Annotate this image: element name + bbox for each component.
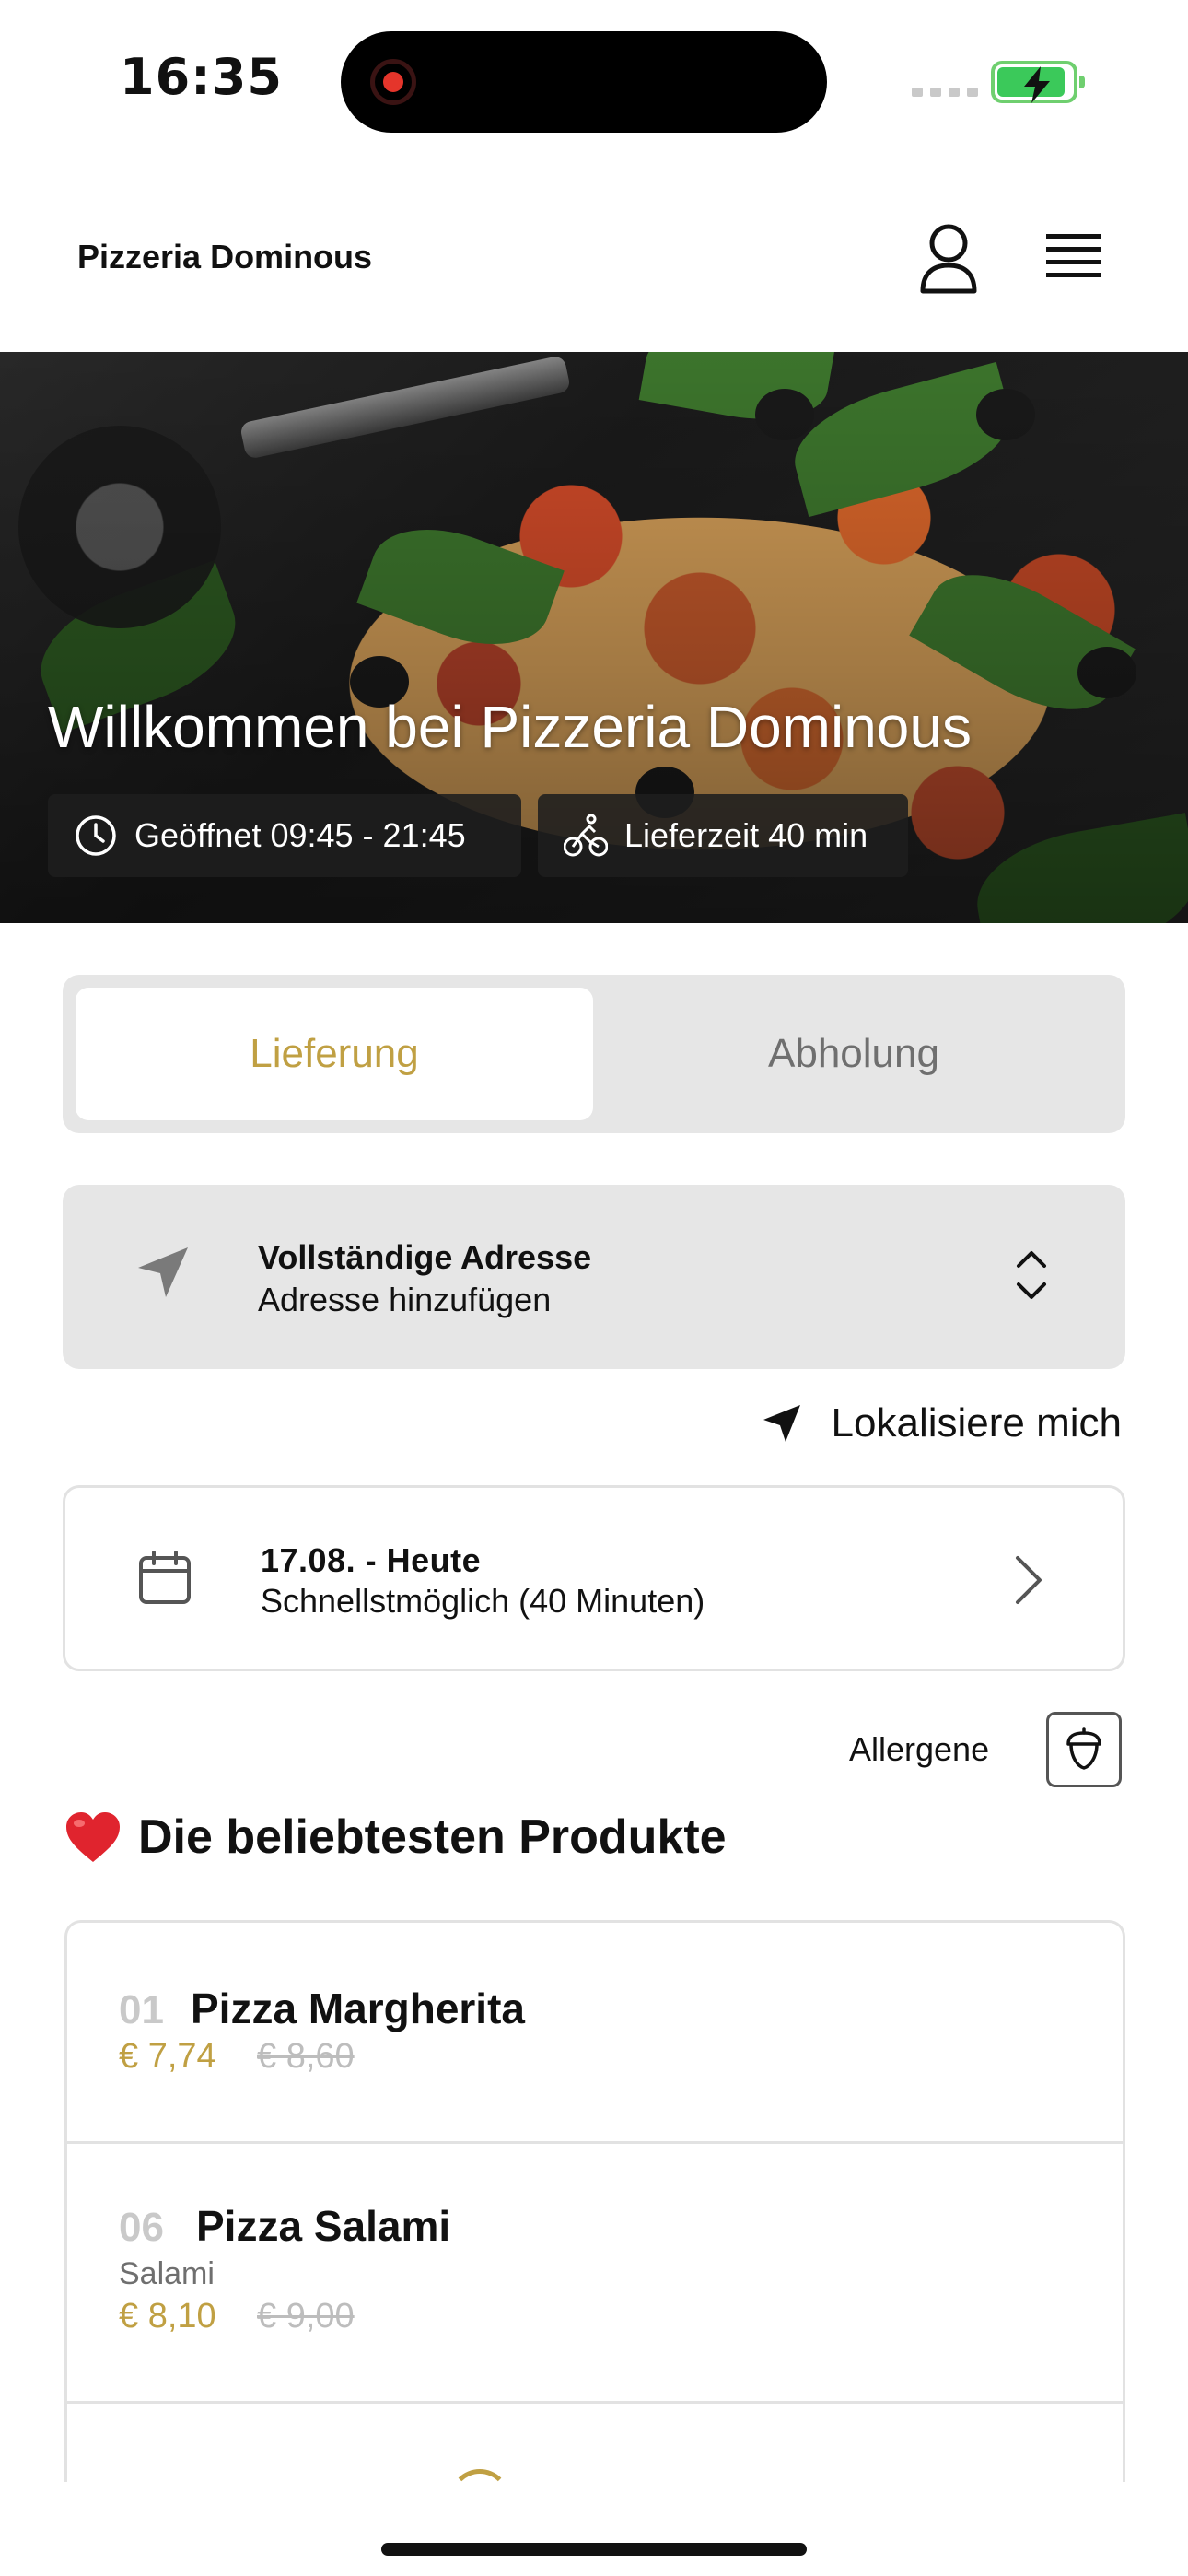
product-price: € 8,10 [119,2297,216,2336]
hero-banner: Willkommen bei Pizzeria Dominous Geöffne… [0,352,1188,923]
product-number: 01 [119,1987,164,2032]
delivery-time-text: Lieferzeit 40 min [624,816,868,854]
user-icon [920,224,977,294]
schedule-time: Schnellstmöglich (40 Minuten) [261,1582,705,1620]
product-name: Pizza Margherita [191,1985,525,2032]
address-subtitle: Adresse hinzufügen [258,1281,552,1318]
status-bar: 16:35 [0,0,1188,157]
home-indicator[interactable] [381,2543,807,2556]
dynamic-island [341,31,827,133]
chevron-up-down-icon [1017,1251,1046,1299]
popular-products-heading: Die beliebtesten Produkte [64,1809,727,1865]
navigation-arrow-icon [763,1405,800,1442]
screen-recording-icon [370,59,416,105]
calendar-icon [139,1551,191,1604]
product-item[interactable]: 01 Pizza Margherita € 7,74 € 8,60 [67,1923,1123,2144]
bicycle-courier-icon [564,814,608,857]
product-item[interactable]: 06 Pizza Salami Salami € 8,10 € 9,00 [67,2144,1123,2404]
cellular-signal-icon [912,88,978,97]
product-name: Pizza Salami [196,2202,451,2250]
battery-charging-icon [991,61,1085,103]
product-old-price: € 9,00 [257,2297,355,2336]
clock-icon [76,815,116,856]
product-number: 06 [119,2205,164,2250]
account-button[interactable] [912,221,985,295]
popular-products-list: 01 Pizza Margherita € 7,74 € 8,60 06 Piz… [64,1920,1125,2482]
delivery-time-selector[interactable]: 17.08. - Heute Schnellstmöglich (40 Minu… [63,1485,1125,1671]
opening-hours-text: Geöffnet 09:45 - 21:45 [134,816,466,854]
app-header: Pizzeria Dominous [0,184,1188,350]
status-time: 16:35 [120,48,283,106]
address-title: Vollständige Adresse [258,1238,592,1276]
popular-products-title: Die beliebtesten Produkte [138,1810,727,1864]
brand-name[interactable]: Pizzeria Dominous [77,238,372,276]
tab-pickup[interactable]: Abholung [595,988,1112,1120]
heart-icon [66,1812,120,1862]
allergens-button[interactable] [1046,1712,1122,1787]
chevron-right-icon [1016,1556,1042,1604]
location-arrow-icon [138,1247,188,1297]
delivery-time-badge: Lieferzeit 40 min [538,794,908,877]
address-selector[interactable]: Vollständige Adresse Adresse hinzufügen [63,1185,1125,1369]
hero-title: Willkommen bei Pizzeria Dominous [48,694,972,760]
schedule-date: 17.08. - Heute [261,1541,482,1579]
allergens-label: Allergene [849,1730,990,1768]
menu-button[interactable] [1037,228,1111,287]
acorn-icon [1066,1727,1101,1770]
opening-hours-badge: Geöffnet 09:45 - 21:45 [48,794,521,877]
product-description: Salami [119,2256,215,2291]
tab-delivery[interactable]: Lieferung [76,988,593,1120]
hamburger-menu-icon [1046,234,1101,277]
product-old-price: € 8,60 [257,2037,355,2076]
fulfillment-mode-switch: Lieferung Abholung [63,975,1125,1133]
locate-me-label: Lokalisiere mich [831,1400,1122,1446]
locate-me-button[interactable]: Lokalisiere mich [760,1400,1122,1446]
product-price: € 7,74 [119,2037,216,2076]
